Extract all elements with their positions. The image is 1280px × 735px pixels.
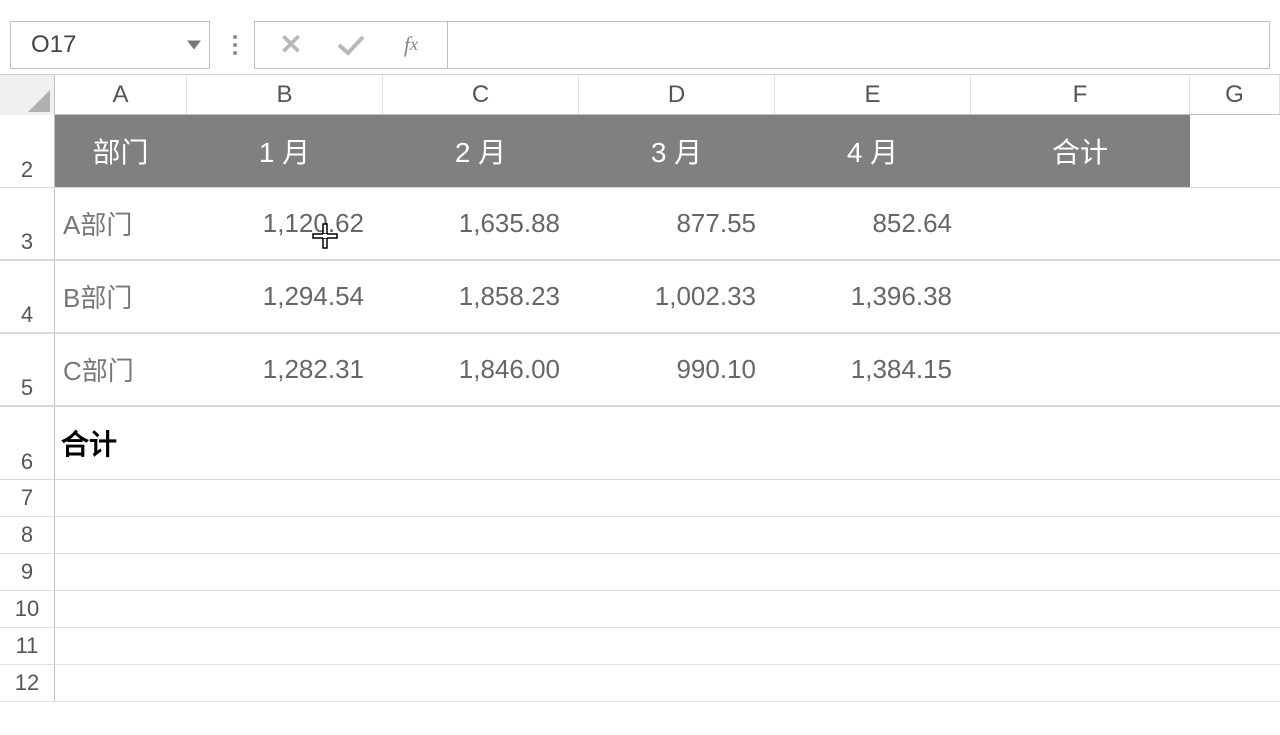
header-month2[interactable]: 2 月 — [383, 115, 579, 187]
cell-value[interactable] — [383, 407, 579, 479]
cell-value[interactable]: 1,120.62 — [187, 188, 383, 259]
empty-row: 10 — [0, 591, 1280, 628]
col-header-D[interactable]: D — [579, 75, 775, 114]
row-header-12[interactable]: 12 — [0, 665, 55, 701]
header-total[interactable]: 合计 — [971, 115, 1190, 187]
row-header-10[interactable]: 10 — [0, 591, 55, 627]
cell-value[interactable] — [579, 407, 775, 479]
cell-dept[interactable]: A部门 — [55, 188, 187, 259]
cell-value[interactable] — [187, 407, 383, 479]
row-header-11[interactable]: 11 — [0, 628, 55, 664]
formula-bar: O17 ✕ fx — [0, 15, 1280, 75]
formula-input[interactable] — [448, 21, 1270, 69]
empty-row: 7 — [0, 480, 1280, 517]
header-dept[interactable]: 部门 — [55, 115, 187, 187]
cell-value[interactable]: 852.64 — [775, 188, 971, 259]
empty-row: 8 — [0, 517, 1280, 554]
cell-value[interactable]: 1,282.31 — [187, 334, 383, 405]
cell-value[interactable]: 1,002.33 — [579, 261, 775, 332]
col-header-G[interactable]: G — [1190, 75, 1280, 114]
divider-dots-icon — [220, 35, 250, 55]
table-header-row: 2 部门 1 月 2 月 3 月 4 月 合计 — [0, 115, 1280, 188]
row-header-9[interactable]: 9 — [0, 554, 55, 590]
empty-row: 11 — [0, 628, 1280, 665]
column-headers: A B C D E F G — [0, 75, 1280, 115]
row-header-7[interactable]: 7 — [0, 480, 55, 516]
cell-value[interactable] — [971, 407, 1190, 479]
cell-value[interactable]: 1,396.38 — [775, 261, 971, 332]
cell-value[interactable] — [971, 261, 1190, 332]
table-total-row: 6 合计 — [0, 407, 1280, 480]
cell-value[interactable]: 1,635.88 — [383, 188, 579, 259]
row-header-2[interactable]: 2 — [0, 115, 55, 187]
row-header-4[interactable]: 4 — [0, 261, 55, 332]
table-row: 4 B部门 1,294.54 1,858.23 1,002.33 1,396.3… — [0, 261, 1280, 334]
cell-value[interactable] — [775, 407, 971, 479]
rows: 2 部门 1 月 2 月 3 月 4 月 合计 3 A部门 1,120.62 1… — [0, 115, 1280, 702]
dropdown-icon[interactable] — [187, 40, 201, 49]
row-header-6[interactable]: 6 — [0, 407, 55, 479]
cell-value[interactable] — [971, 334, 1190, 405]
cell-value[interactable]: 1,294.54 — [187, 261, 383, 332]
cell-value[interactable]: 877.55 — [579, 188, 775, 259]
header-month4[interactable]: 4 月 — [775, 115, 971, 187]
cancel-icon[interactable]: ✕ — [261, 22, 321, 68]
row-header-8[interactable]: 8 — [0, 517, 55, 553]
row-header-3[interactable]: 3 — [0, 188, 55, 259]
fx-icon[interactable]: fx — [381, 22, 441, 68]
header-month1[interactable]: 1 月 — [187, 115, 383, 187]
col-header-A[interactable]: A — [55, 75, 187, 114]
table-row: 3 A部门 1,120.62 1,635.88 877.55 852.64 — [0, 188, 1280, 261]
row-header-5[interactable]: 5 — [0, 334, 55, 405]
table-row: 5 C部门 1,282.31 1,846.00 990.10 1,384.15 — [0, 334, 1280, 407]
header-month3[interactable]: 3 月 — [579, 115, 775, 187]
col-header-F[interactable]: F — [971, 75, 1190, 114]
enter-icon[interactable] — [321, 22, 381, 68]
empty-row: 12 — [0, 665, 1280, 702]
cell-dept[interactable]: B部门 — [55, 261, 187, 332]
empty-row: 9 — [0, 554, 1280, 591]
cell-value[interactable]: 1,858.23 — [383, 261, 579, 332]
formula-buttons: ✕ fx — [254, 21, 448, 69]
name-box-value: O17 — [31, 31, 76, 59]
cell-value[interactable]: 990.10 — [579, 334, 775, 405]
select-all-corner[interactable] — [0, 75, 55, 115]
name-box[interactable]: O17 — [10, 21, 210, 69]
total-label[interactable]: 合计 — [55, 407, 187, 479]
cell-value[interactable]: 1,384.15 — [775, 334, 971, 405]
spreadsheet-grid: A B C D E F G 2 部门 1 月 2 月 3 月 4 月 合计 3 … — [0, 75, 1280, 702]
cell-value[interactable] — [971, 188, 1190, 259]
cell-value[interactable]: 1,846.00 — [383, 334, 579, 405]
cell-dept[interactable]: C部门 — [55, 334, 187, 405]
col-header-C[interactable]: C — [383, 75, 579, 114]
col-header-E[interactable]: E — [775, 75, 971, 114]
col-header-B[interactable]: B — [187, 75, 383, 114]
